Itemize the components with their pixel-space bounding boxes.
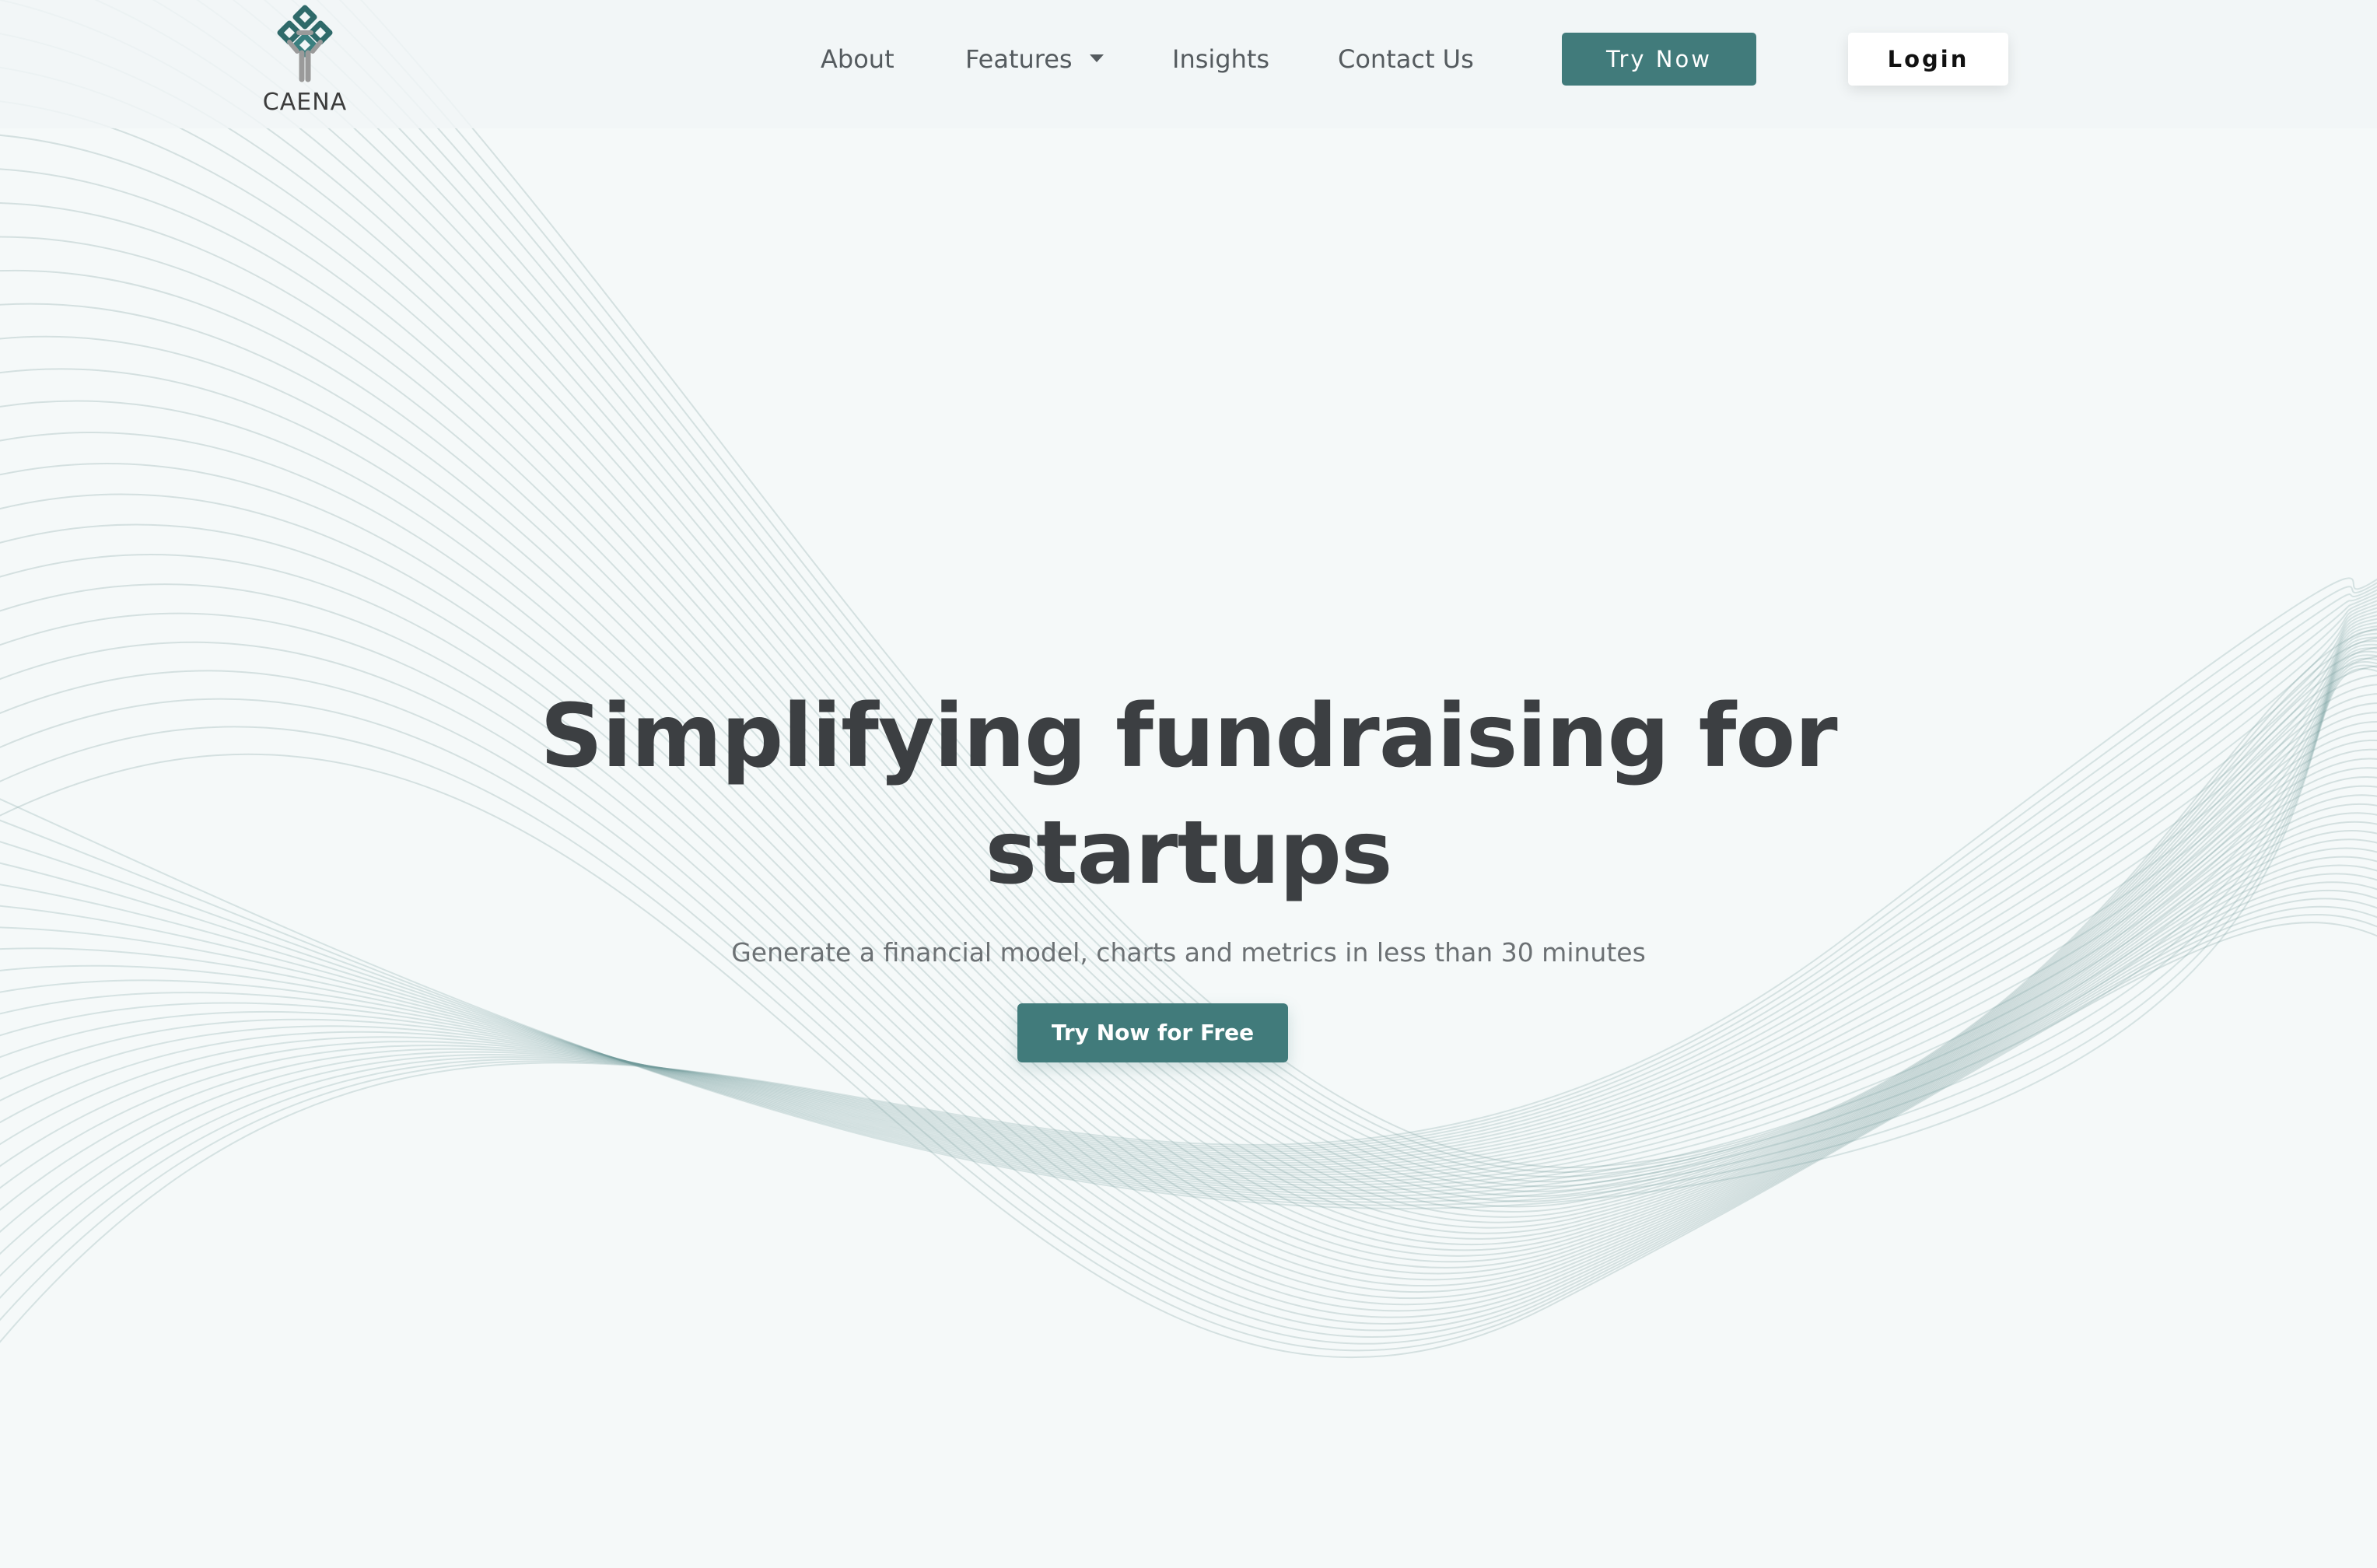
nav-link-insights[interactable]: Insights (1172, 42, 1269, 76)
nav-link-about[interactable]: About (821, 42, 894, 76)
hero-title: Simplifying fundraising for startups (411, 678, 1966, 912)
landing-page: CAENA About Features Insights Contact Us… (0, 0, 2377, 1568)
brand-name: CAENA (262, 89, 348, 116)
try-now-for-free-button[interactable]: Try Now for Free (1017, 1003, 1288, 1062)
caret-down-icon (1089, 54, 1104, 62)
hero-subtitle: Generate a financial model, charts and m… (731, 937, 1646, 968)
nav-link-contact-us[interactable]: Contact Us (1338, 42, 1474, 76)
try-now-button[interactable]: Try Now (1562, 33, 1756, 86)
hero-title-line-2: startups (985, 803, 1392, 904)
login-button[interactable]: Login (1848, 33, 2008, 86)
hero-title-line-1: Simplifying fundraising for (540, 686, 1837, 787)
celtic-knot-tree-icon (277, 5, 333, 82)
nav-link-features-label: Features (965, 44, 1073, 74)
brand-logo[interactable]: CAENA (257, 5, 353, 121)
nav-link-features[interactable]: Features (965, 42, 1104, 76)
site-header: CAENA About Features Insights Contact Us… (0, 0, 2377, 128)
